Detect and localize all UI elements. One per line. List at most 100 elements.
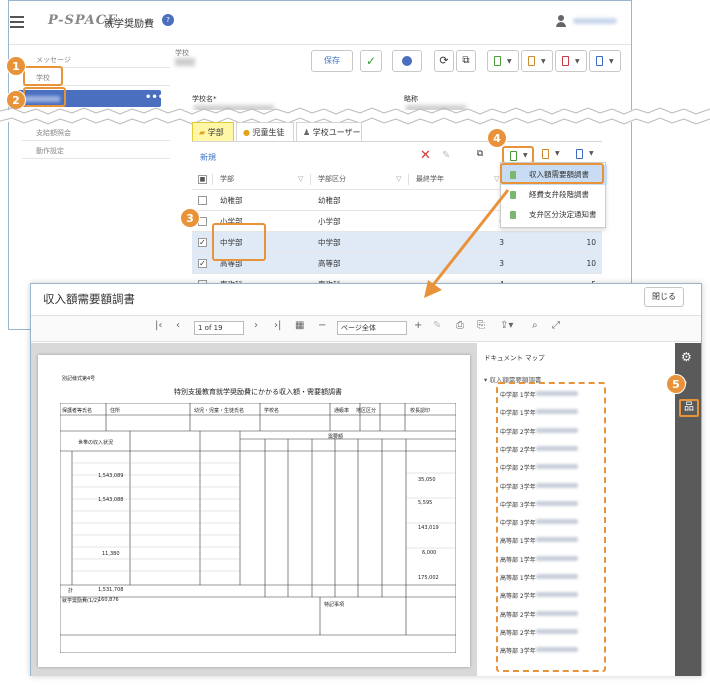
close-button[interactable]: 閉じる: [644, 287, 684, 307]
chevron-down-icon: ▼: [507, 58, 512, 65]
filter-icon[interactable]: ▽: [298, 175, 303, 183]
address-header: 住所: [110, 408, 121, 414]
filter-icon[interactable]: ▽: [494, 175, 499, 183]
prev-page-icon[interactable]: ‹: [176, 320, 180, 331]
sidebar-item-label: 支給額照会: [36, 129, 71, 137]
next-page-icon[interactable]: ›: [254, 320, 258, 331]
menu-item-expense-stage-report[interactable]: 経費支弁段階調書: [501, 185, 607, 205]
print-icon[interactable]: ⎙: [456, 320, 464, 331]
more-options-icon[interactable]: •••: [145, 92, 164, 103]
cell-department-type: 高等部: [318, 259, 341, 268]
menu-item-label: 支弁区分決定通知書: [529, 210, 597, 219]
guardian-name-header: 保護者等氏名: [62, 408, 93, 414]
document-icon: [562, 56, 569, 66]
filter-icon[interactable]: ▽: [396, 175, 401, 183]
zoom-select[interactable]: ページ全体: [337, 321, 407, 335]
delete-icon[interactable]: ✕: [420, 148, 431, 163]
first-page-icon[interactable]: |‹: [155, 320, 162, 331]
layout-icon[interactable]: ▦: [295, 320, 304, 331]
content-subheading: [175, 58, 195, 66]
folder-icon: ▰: [199, 128, 208, 137]
cell-department-type: 小学部: [318, 217, 341, 226]
sidebar-item-label: メッセージ: [36, 56, 71, 64]
zoom-out-icon[interactable]: −: [318, 320, 326, 331]
hamburger-menu-icon[interactable]: [10, 16, 24, 28]
refresh-button[interactable]: ⟳: [434, 50, 454, 72]
callout-1-box: [23, 66, 63, 86]
document-page: 別記様式第4号 特別支援教育就学奨励費にかかる収入額・需要額調書 保護者等氏名 …: [38, 355, 470, 667]
chevron-down-icon: ▼: [609, 58, 614, 65]
report-dropdown-green[interactable]: ▼: [487, 50, 519, 72]
column-header[interactable]: 学部: [220, 169, 234, 190]
report-dropdown-blue[interactable]: ▼: [589, 50, 621, 72]
select-all-checkbox[interactable]: ■: [198, 175, 207, 184]
cell-department-type: 幼稚部: [318, 196, 341, 205]
column-separator: [212, 174, 213, 185]
help-icon[interactable]: ?: [162, 14, 174, 26]
export-icon[interactable]: ⧉: [470, 146, 490, 164]
row-checkbox[interactable]: ✓: [198, 238, 207, 247]
amount-1: 1,543,089: [98, 473, 124, 479]
column-separator: [408, 174, 409, 185]
column-separator: [310, 174, 311, 185]
last-page-icon[interactable]: ›|: [274, 320, 281, 331]
document-icon: [596, 56, 603, 66]
page-number-field[interactable]: 1 of 19: [194, 321, 244, 335]
menu-item-category-notice[interactable]: 支弁区分決定通知書: [501, 205, 607, 225]
school-name-label: 学校名*: [192, 95, 217, 103]
callout-5-box: [496, 382, 606, 672]
chevron-down-icon: ▼: [575, 58, 580, 65]
search-icon[interactable]: ⌕: [532, 320, 538, 331]
user-icon[interactable]: [556, 15, 566, 27]
user-name: [573, 18, 617, 24]
new-button[interactable]: 新規: [200, 152, 216, 163]
chevron-down-icon: ▼: [523, 152, 528, 159]
callout-badge-3: 3: [180, 208, 200, 228]
export-button[interactable]: ⧉: [456, 50, 476, 72]
print-preview-icon[interactable]: ⎘: [477, 320, 485, 331]
amount-7: 5,595: [418, 500, 433, 506]
amount-8: 143,019: [418, 525, 439, 531]
tab-divider: [192, 141, 602, 142]
gear-icon[interactable]: ⚙: [681, 350, 692, 364]
amount-2: 1,543,088: [98, 497, 124, 503]
edit-icon[interactable]: ✎: [442, 150, 450, 161]
document-icon: [494, 56, 501, 66]
tab-students[interactable]: ● 児童生徒: [236, 122, 294, 142]
sidebar-item-payment[interactable]: 支給額照会: [22, 125, 170, 141]
save-button[interactable]: 保存: [311, 50, 353, 72]
row-checkbox[interactable]: ✓: [198, 259, 207, 268]
column-header[interactable]: 学部区分: [318, 169, 346, 190]
help-button[interactable]: [392, 50, 422, 72]
document-icon: [510, 151, 517, 161]
remarks-label: 特記事項: [324, 602, 345, 608]
fullscreen-icon[interactable]: ⤢: [552, 320, 560, 331]
report-dropdown-orange[interactable]: ▼: [521, 50, 553, 72]
users-icon: ♟: [303, 128, 313, 137]
document-icon: [510, 191, 516, 199]
sidebar-item-settings[interactable]: 動作設定: [22, 143, 170, 159]
column-header[interactable]: 最終学年: [416, 169, 444, 190]
footer-note: 就学奨励費(1/2): [62, 598, 99, 604]
amount-6: 35,050: [418, 477, 436, 483]
check-button[interactable]: ✓: [360, 50, 382, 72]
report-dropdown-red[interactable]: ▼: [555, 50, 587, 72]
callout-badge-4: 4: [487, 128, 507, 148]
document-form-table: [60, 403, 456, 653]
edit-doc-icon[interactable]: ✎: [433, 320, 441, 331]
cell-department-type: 中学部: [318, 238, 341, 247]
document-map-icon[interactable]: 品: [679, 399, 699, 417]
row-checkbox[interactable]: [198, 196, 207, 205]
tab-school-users[interactable]: ♟ 学校ユーザー: [296, 122, 362, 142]
amount-10: 175,002: [418, 575, 439, 581]
callout-4-menu-box: [500, 163, 604, 184]
callout-badge-5: 5: [666, 374, 686, 394]
menu-item-label: 経費支弁段階調書: [529, 190, 589, 199]
export-icon[interactable]: ⇪▾: [500, 320, 513, 331]
cell-final-grade: 3: [499, 238, 504, 247]
tab-departments[interactable]: ▰ 学部: [192, 122, 234, 142]
abbrev-label: 略称: [404, 95, 418, 103]
sidebar-item-label: 動作設定: [36, 147, 64, 155]
zoom-in-icon[interactable]: +: [414, 320, 422, 331]
document-icon: [528, 56, 535, 66]
